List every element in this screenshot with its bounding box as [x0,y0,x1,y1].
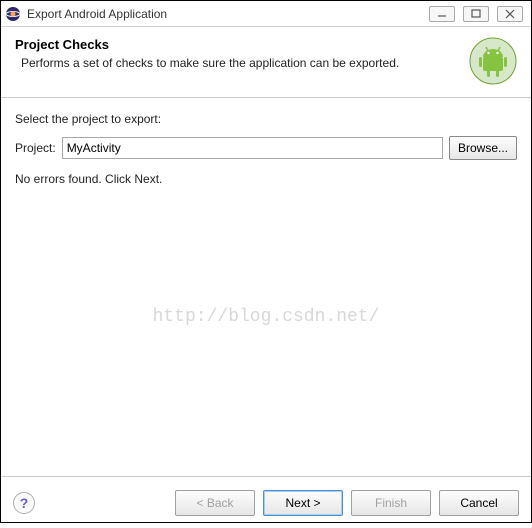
cancel-button[interactable]: Cancel [439,490,519,516]
android-icon [469,37,517,85]
project-row: Project: Browse... [15,136,517,160]
back-button[interactable]: < Back [175,490,255,516]
help-icon[interactable]: ? [13,492,35,514]
wizard-footer: ? < Back Next > Finish Cancel [1,476,531,528]
wizard-banner: Project Checks Performs a set of checks … [1,27,531,98]
browse-button[interactable]: Browse... [449,136,517,160]
window-controls [429,6,527,22]
minimize-button[interactable] [429,6,455,22]
wizard-content: Select the project to export: Project: B… [1,98,531,476]
next-button[interactable]: Next > [263,490,343,516]
window-title: Export Android Application [27,7,167,21]
status-text: No errors found. Click Next. [15,172,517,186]
eclipse-icon [5,6,21,22]
project-field-label: Project: [15,141,56,155]
watermark-text: http://blog.csdn.net/ [153,307,380,327]
select-project-label: Select the project to export: [15,112,517,126]
banner-description: Performs a set of checks to make sure th… [15,56,461,70]
close-button[interactable] [497,6,523,22]
banner-title: Project Checks [15,37,461,52]
finish-button[interactable]: Finish [351,490,431,516]
title-bar: Export Android Application [1,1,531,27]
project-input[interactable] [62,137,443,159]
maximize-button[interactable] [463,6,489,22]
